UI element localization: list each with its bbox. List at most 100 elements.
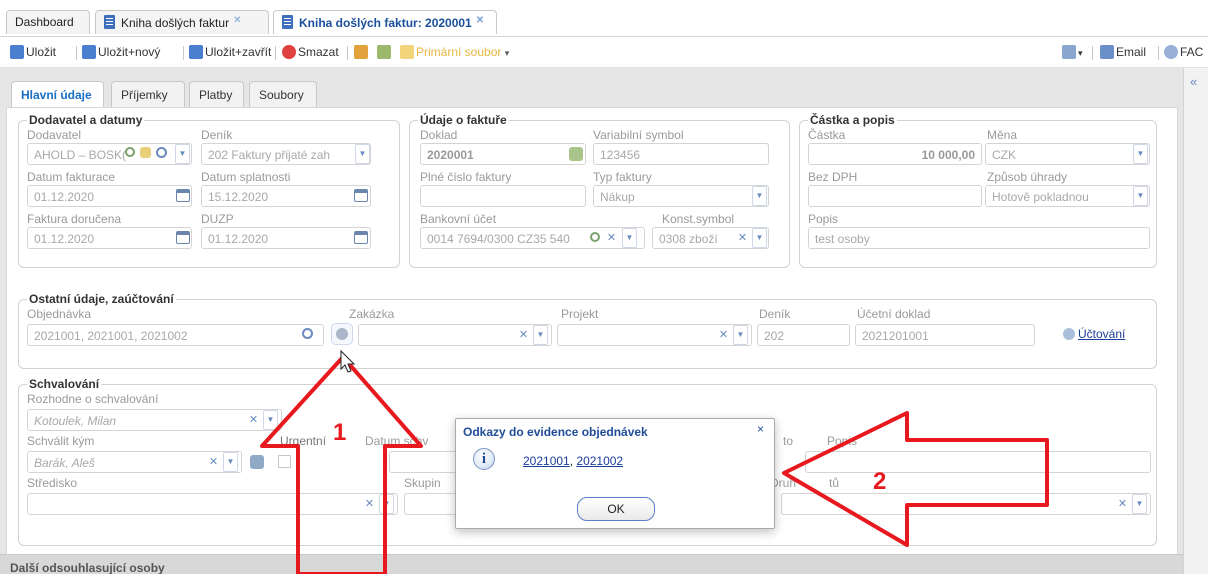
delivered-field[interactable]: 01.12.2020 xyxy=(27,227,192,249)
clear-icon[interactable]: ✕ xyxy=(516,325,531,345)
calendar-icon[interactable] xyxy=(354,231,368,244)
tab-invoice-book[interactable]: Kniha došlých faktur ✕ xyxy=(95,10,269,34)
save-close-button[interactable]: Uložit+zavřít xyxy=(189,45,271,59)
save-new-button[interactable]: Uložit+nový xyxy=(82,45,160,59)
clear-icon[interactable]: ✕ xyxy=(1115,494,1130,514)
cost-center-field[interactable] xyxy=(27,493,398,515)
calendar-icon[interactable] xyxy=(176,231,190,244)
select-icon[interactable] xyxy=(125,147,135,157)
close-tab-icon[interactable]: ✕ xyxy=(476,15,484,26)
users-icon[interactable] xyxy=(250,455,264,469)
clear-icon[interactable]: ✕ xyxy=(246,410,261,430)
document-number-field[interactable]: 2020001 xyxy=(420,143,586,165)
bank-account-dropdown[interactable]: ▼ xyxy=(622,228,637,248)
full-invoice-number-field[interactable] xyxy=(420,185,586,207)
decides-dropdown[interactable]: ▼ xyxy=(263,410,278,430)
note-field[interactable] xyxy=(805,451,1151,473)
layout-menu-button[interactable]: ▾ xyxy=(1062,45,1083,59)
clear-icon[interactable]: ✕ xyxy=(604,228,619,248)
approve-button[interactable] xyxy=(377,45,393,59)
email-label: Email xyxy=(1116,45,1147,59)
project-dropdown[interactable]: ▼ xyxy=(733,325,748,345)
order-links-button[interactable] xyxy=(331,323,353,345)
accounting-document-field[interactable]: 2021201001 xyxy=(855,324,1035,346)
select-icon[interactable] xyxy=(590,232,600,242)
journal-field[interactable]: 202 Faktury přijaté zah xyxy=(201,143,371,165)
delete-button[interactable]: Smazat xyxy=(282,45,339,59)
decides-field[interactable]: Kotoulek, Milan xyxy=(27,409,282,431)
search-icon[interactable] xyxy=(156,147,167,158)
close-icon[interactable]: × xyxy=(757,422,764,436)
order-link-2021001[interactable]: 2021001 xyxy=(523,454,570,468)
calendar-icon[interactable] xyxy=(176,189,190,202)
primary-file-button[interactable]: Primární soubor ▾ xyxy=(400,45,509,59)
tab-dashboard[interactable]: Dashboard xyxy=(6,10,90,34)
supplier-field[interactable]: AHOLD – BOSK( xyxy=(27,143,192,165)
cost-type-field[interactable] xyxy=(781,493,1151,515)
due-date-field[interactable]: 15.12.2020 xyxy=(201,185,371,207)
posting-link[interactable]: Účtování xyxy=(1078,327,1125,341)
ok-button[interactable]: OK xyxy=(577,497,655,521)
tab-receipts[interactable]: Příjemky xyxy=(111,81,185,107)
currency-field[interactable]: CZK xyxy=(985,143,1150,165)
tab-files[interactable]: Soubory xyxy=(249,81,317,107)
save-label: Uložit xyxy=(26,45,57,59)
fac-label: FAC xyxy=(1180,45,1204,59)
approval-date-field[interactable] xyxy=(389,451,459,473)
order-field[interactable]: 2021001, 2021001, 2021002 xyxy=(27,324,324,346)
invoice-date-field[interactable]: 01.12.2020 xyxy=(27,185,192,207)
generate-number-icon[interactable] xyxy=(569,147,583,161)
toolbar-separator xyxy=(347,46,348,60)
variable-symbol-field[interactable]: 123456 xyxy=(593,143,769,165)
invoice-date-value: 01.12.2020 xyxy=(34,190,95,204)
journal-dropdown[interactable]: ▼ xyxy=(355,144,370,164)
amount-field[interactable]: 10 000,00 xyxy=(808,143,982,165)
clear-icon[interactable]: ✕ xyxy=(735,228,750,248)
approve-by-dropdown[interactable]: ▼ xyxy=(223,452,238,472)
clear-icon[interactable]: ✕ xyxy=(206,452,221,472)
close-tab-icon[interactable]: ✕ xyxy=(233,15,241,26)
delete-icon xyxy=(282,45,296,59)
supplier-dropdown[interactable]: ▼ xyxy=(175,144,190,164)
toolbar-separator xyxy=(76,46,77,60)
payment-method-dropdown[interactable]: ▼ xyxy=(1133,186,1148,206)
tab-payments[interactable]: Platby xyxy=(189,81,244,107)
grid-layout-icon xyxy=(1062,45,1076,59)
constant-symbol-dropdown[interactable]: ▼ xyxy=(752,228,767,248)
tab-invoice-2020001[interactable]: Kniha došlých faktur: 2020001 ✕ xyxy=(273,10,497,34)
currency-dropdown[interactable]: ▼ xyxy=(1133,144,1148,164)
journal-field[interactable]: 202 xyxy=(757,324,850,346)
invoice-type-dropdown[interactable]: ▼ xyxy=(752,186,767,206)
decides-value: Kotoulek, Milan xyxy=(34,414,117,428)
bank-account-label: Bankovní účet xyxy=(420,212,497,226)
edit-icon[interactable] xyxy=(140,147,151,158)
toolbar-separator xyxy=(1092,46,1093,60)
tab-main-data[interactable]: Hlavní údaje xyxy=(11,81,104,108)
order-link-2021002[interactable]: 2021002 xyxy=(576,454,623,468)
amount-group: Částka a popis Částka 10 000,00 Měna CZK… xyxy=(799,113,1157,268)
additional-approvers-header[interactable]: Další odsouhlasující osoby xyxy=(0,554,1183,574)
email-button[interactable]: Email xyxy=(1100,45,1146,59)
invoice-type-field[interactable]: Nákup xyxy=(593,185,769,207)
cost-center-dropdown[interactable]: ▼ xyxy=(379,494,394,514)
collapse-chevron-icon[interactable]: « xyxy=(1190,74,1197,89)
duzp-field[interactable]: 01.12.2020 xyxy=(201,227,371,249)
cost-type-dropdown[interactable]: ▼ xyxy=(1132,494,1147,514)
clear-icon[interactable]: ✕ xyxy=(362,494,377,514)
right-side-panel[interactable]: « xyxy=(1183,68,1208,574)
without-vat-field[interactable] xyxy=(808,185,982,207)
search-icon[interactable] xyxy=(302,328,313,339)
group-legend: Dodavatel a datumy xyxy=(27,113,145,127)
lock-button[interactable] xyxy=(354,45,370,59)
payment-method-field[interactable]: Hotově pokladnou xyxy=(985,185,1150,207)
urgent-checkbox[interactable] xyxy=(278,455,291,468)
floppy-disk-plus-icon xyxy=(82,45,96,59)
primary-file-label: Primární soubor xyxy=(416,45,502,59)
calendar-icon[interactable] xyxy=(354,189,368,202)
clear-icon[interactable]: ✕ xyxy=(716,325,731,345)
job-dropdown[interactable]: ▼ xyxy=(533,325,548,345)
description-field[interactable]: test osoby xyxy=(808,227,1150,249)
save-button[interactable]: Uložit xyxy=(10,45,56,59)
fac-button[interactable]: FAC xyxy=(1164,45,1203,59)
due-date-label: Datum splatnosti xyxy=(201,170,291,184)
